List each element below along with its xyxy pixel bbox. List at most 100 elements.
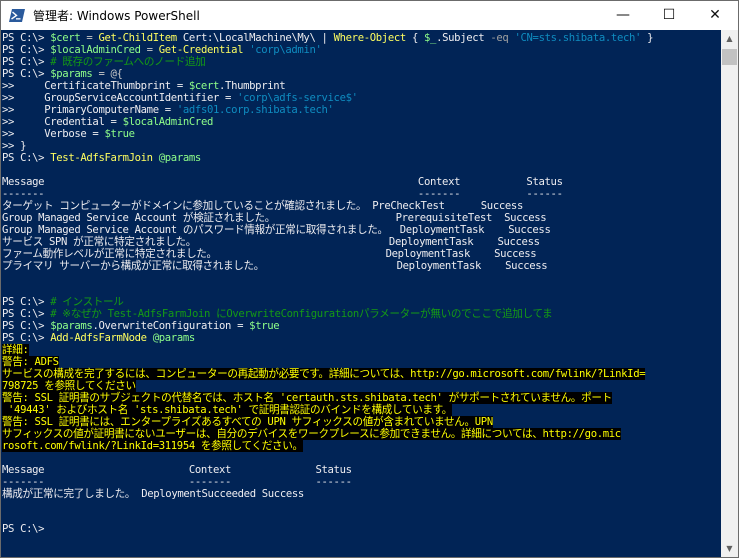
console-prompt[interactable]: PS C:\> bbox=[2, 523, 50, 535]
table-row: サービス SPN が正常に特定されました。 DeploymentTask Suc… bbox=[2, 236, 540, 248]
prompt: PS C:\> bbox=[2, 44, 51, 56]
operator-token: = bbox=[80, 32, 99, 44]
title-bar[interactable]: 管理者: Windows PowerShell — ☐ ✕ bbox=[1, 1, 738, 30]
variable-token: @params bbox=[152, 332, 196, 344]
console-line: PS C:\> # ※なぜか Test-AdfsFarmJoin にOverwr… bbox=[2, 308, 553, 320]
variable-token: @params bbox=[158, 152, 202, 164]
console-line: >> PrimaryComputerName = 'adfs01.corp.sh… bbox=[2, 104, 334, 116]
table-row: ターゲット コンピューターがドメインに参加していることが確認されました。 Pre… bbox=[2, 200, 523, 212]
variable-token: $true bbox=[104, 128, 135, 140]
variable-token: $cert bbox=[50, 32, 81, 44]
warning-text: 警告: SSL 証明書のサブジェクトの代替名では、ホスト名 'certauth.… bbox=[2, 392, 612, 404]
console-line: PS C:\> $params.OverwriteConfiguration =… bbox=[2, 320, 280, 332]
argument-token: .Thumbprint bbox=[219, 80, 286, 92]
table-separator: ------- ------- ------ bbox=[2, 476, 352, 488]
console-line: PS C:\> # 既存のファームへのノード追加 bbox=[2, 56, 206, 68]
console-line: PS C:\> Test-AdfsFarmJoin @params bbox=[2, 152, 201, 164]
argument-token: Verbose = bbox=[44, 128, 105, 140]
argument-token: GroupServiceAccountIdentifier = bbox=[44, 92, 238, 104]
warning-line: 警告: ADFS bbox=[2, 356, 59, 368]
string-token: 'CN=sts.shibata.tech' bbox=[514, 32, 642, 44]
prompt: >> } bbox=[2, 140, 27, 152]
argument-token: Cert:\LocalMachine\My\ | bbox=[176, 32, 334, 44]
prompt: >> bbox=[2, 116, 45, 128]
argument-token: { bbox=[405, 32, 425, 44]
console-line: PS C:\> # インストール bbox=[2, 296, 124, 308]
argument-token: .OverwriteConfiguration = bbox=[92, 320, 250, 332]
warning-line: サフィックスの値が証明書にないユーザーは、自分のデバイスをワークプレースに参加で… bbox=[2, 428, 621, 440]
console-line: PS C:\> $cert = Get-ChildItem Cert:\Loca… bbox=[2, 32, 653, 44]
command-token: Test-AdfsFarmJoin bbox=[50, 152, 153, 164]
command-token: Get-ChildItem bbox=[98, 32, 177, 44]
vertical-scrollbar[interactable]: ▲ ▼ bbox=[721, 30, 738, 557]
scroll-up-icon[interactable]: ▲ bbox=[721, 30, 738, 47]
prompt: PS C:\> bbox=[2, 56, 51, 68]
table-row: プライマリ サーバーから構成が正常に取得されました。 DeploymentTas… bbox=[2, 260, 548, 272]
prompt: PS C:\> bbox=[2, 152, 51, 164]
verbose-text: 詳細: bbox=[2, 344, 29, 356]
variable-token: $localAdminCred bbox=[50, 44, 141, 56]
command-token: Get-Credential bbox=[158, 44, 244, 56]
parameter-token: -eq bbox=[490, 32, 509, 44]
warning-text: サフィックスの値が証明書にないユーザーは、自分のデバイスをワークプレースに参加で… bbox=[2, 428, 621, 440]
operator-token: = @{ bbox=[92, 68, 123, 80]
console-line: PS C:\> $localAdminCred = Get-Credential… bbox=[2, 44, 322, 56]
string-token: 'corp\adfs-service$' bbox=[237, 92, 358, 104]
scroll-down-icon[interactable]: ▼ bbox=[721, 540, 738, 557]
console-line: PS C:\> Add-AdfsFarmNode @params bbox=[2, 332, 195, 344]
window-title: 管理者: Windows PowerShell bbox=[33, 9, 200, 23]
table-header: Message Context Status bbox=[2, 176, 563, 188]
string-token: 'corp\admin' bbox=[249, 44, 322, 56]
prompt: >> bbox=[2, 80, 45, 92]
variable-token: $cert bbox=[188, 80, 220, 92]
prompt: PS C:\> bbox=[2, 68, 51, 80]
warning-line: rosoft.com/fwlink/?LinkId=311954 を参照してくだ… bbox=[2, 440, 303, 452]
argument-token: .Subject bbox=[436, 32, 491, 44]
prompt: PS C:\> bbox=[2, 296, 51, 308]
command-token: Where-Object bbox=[333, 32, 407, 44]
warning-text: '49443' およびホスト名 'sts.shibata.tech' で証明書認… bbox=[2, 404, 453, 416]
comment-token: # ※なぜか Test-AdfsFarmJoin にOverwriteConfi… bbox=[50, 308, 553, 320]
warning-line: '49443' およびホスト名 'sts.shibata.tech' で証明書認… bbox=[2, 404, 452, 416]
maximize-button[interactable]: ☐ bbox=[646, 1, 692, 30]
minimize-button[interactable]: — bbox=[600, 1, 646, 30]
argument-token: PrimaryComputerName = bbox=[44, 104, 177, 116]
table-header: Message Context Status bbox=[2, 464, 352, 476]
table-row: Group Managed Service Account のパスワード情報が正… bbox=[2, 224, 551, 236]
prompt: PS C:\> bbox=[2, 32, 51, 44]
table-row: 構成が正常に完了しました。 DeploymentSucceeded Succes… bbox=[2, 488, 304, 500]
warning-line: 798725 を参照してください bbox=[2, 380, 136, 392]
warning-line: 警告: SSL 証明書のサブジェクトの代替名では、ホスト名 'certauth.… bbox=[2, 392, 612, 404]
powershell-window: 管理者: Windows PowerShell — ☐ ✕ PS C:\> $c… bbox=[0, 0, 739, 558]
warning-line: サービスの構成を完了するには、コンピューターの再起動が必要です。詳細については、… bbox=[2, 368, 646, 380]
variable-token: $true bbox=[249, 320, 280, 332]
prompt: PS C:\> bbox=[2, 320, 51, 332]
comment-token: # インストール bbox=[50, 296, 124, 308]
prompt: PS C:\> bbox=[2, 332, 51, 344]
argument-token: Credential = bbox=[44, 116, 123, 128]
warning-text: 警告: SSL 証明書には、エンタープライズあるすべての UPN サフィックスの… bbox=[2, 416, 493, 428]
console-line: PS C:\> $params = @{ bbox=[2, 68, 123, 80]
scrollbar-thumb[interactable] bbox=[722, 49, 737, 65]
argument-token: } bbox=[641, 32, 654, 44]
warning-text: 警告: ADFS bbox=[2, 356, 59, 368]
argument-token: CertificateThumbprint = bbox=[44, 80, 189, 92]
console-line: >> Verbose = $true bbox=[2, 128, 135, 140]
string-token: 'adfs01.corp.shibata.tech' bbox=[176, 104, 334, 116]
close-button[interactable]: ✕ bbox=[692, 1, 738, 30]
warning-text: rosoft.com/fwlink/?LinkId=311954 を参照してくだ… bbox=[2, 440, 303, 452]
table-row: Group Managed Service Account が検証されました。 … bbox=[2, 212, 547, 224]
console-line: >> GroupServiceAccountIdentifier = 'corp… bbox=[2, 92, 358, 104]
variable-token: $params bbox=[50, 68, 93, 80]
console-line: >> Credential = $localAdminCred bbox=[2, 116, 213, 128]
console-output[interactable]: PS C:\> $cert = Get-ChildItem Cert:\Loca… bbox=[1, 30, 721, 557]
table-separator: ------- ------- ------ bbox=[2, 188, 563, 200]
powershell-icon bbox=[9, 9, 25, 22]
prompt: >> bbox=[2, 104, 45, 116]
prompt: >> bbox=[2, 92, 45, 104]
comment-token: # 既存のファームへのノード追加 bbox=[50, 56, 206, 68]
table-row: ファーム動作レベルが正常に特定されました。 DeploymentTask Suc… bbox=[2, 248, 537, 260]
warning-text: サービスの構成を完了するには、コンピューターの再起動が必要です。詳細については、… bbox=[2, 368, 646, 380]
command-token: Add-AdfsFarmNode bbox=[50, 332, 147, 344]
variable-token: $params bbox=[50, 320, 93, 332]
